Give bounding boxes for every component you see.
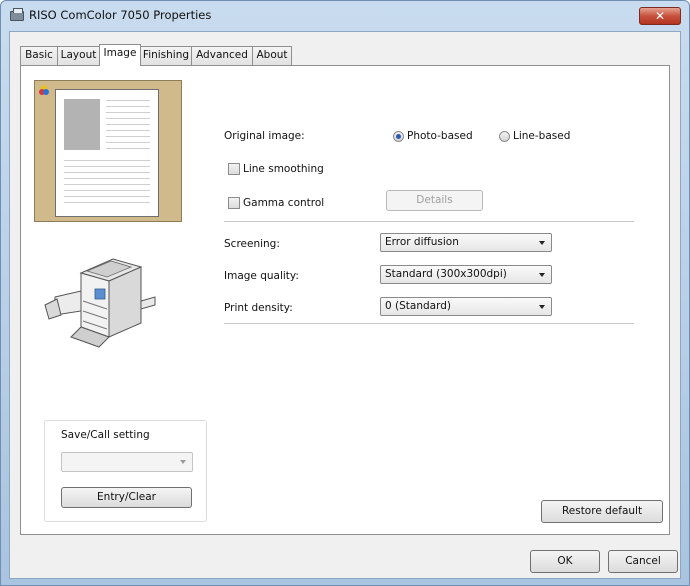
screening-label: Screening: [224, 238, 280, 250]
save-call-dropdown[interactable] [61, 452, 193, 472]
print-density-value: 0 (Standard) [385, 300, 451, 312]
chevron-down-icon [539, 273, 545, 277]
image-quality-value: Standard (300x300dpi) [385, 268, 507, 280]
section-divider [224, 221, 634, 223]
title-bar[interactable]: RISO ComColor 7050 Properties ✕ [1, 1, 689, 29]
image-quality-label: Image quality: [224, 270, 299, 282]
line-based-radio[interactable] [499, 131, 510, 142]
line-based-label[interactable]: Line-based [513, 130, 570, 142]
line-smoothing-checkbox[interactable] [228, 163, 240, 175]
photo-block [64, 99, 100, 150]
tab-advanced[interactable]: Advanced [191, 46, 253, 65]
ok-button[interactable]: OK [530, 550, 600, 573]
restore-default-button[interactable]: Restore default [541, 500, 663, 523]
color-dots-icon [39, 85, 49, 95]
line-smoothing-label[interactable]: Line smoothing [243, 163, 324, 175]
image-tab-panel: Original image: Photo-based Line-based L… [20, 65, 670, 535]
page-preview [34, 80, 182, 222]
chevron-down-icon [539, 241, 545, 245]
gamma-control-checkbox[interactable] [228, 197, 240, 209]
screening-value: Error diffusion [385, 236, 459, 248]
cancel-button[interactable]: Cancel [608, 550, 678, 573]
photo-based-radio[interactable] [393, 131, 404, 142]
tab-finishing[interactable]: Finishing [140, 46, 192, 65]
properties-window: RISO ComColor 7050 Properties ✕ Basic La… [0, 0, 690, 586]
print-density-label: Print density: [224, 302, 293, 314]
photo-based-label[interactable]: Photo-based [407, 130, 473, 142]
tab-basic[interactable]: Basic [20, 46, 58, 65]
page-thumbnail [55, 89, 159, 217]
entry-clear-button[interactable]: Entry/Clear [61, 487, 192, 508]
close-button[interactable]: ✕ [639, 7, 681, 25]
details-button[interactable]: Details [386, 190, 483, 211]
dialog-client: Basic Layout Image Finishing Advanced Ab… [9, 31, 681, 579]
section-divider [224, 323, 634, 325]
original-image-label: Original image: [224, 130, 305, 142]
save-call-label: Save/Call setting [61, 429, 150, 441]
window-title: RISO ComColor 7050 Properties [29, 8, 212, 22]
printer-illustration [44, 258, 156, 348]
tab-about[interactable]: About [252, 46, 292, 65]
save-call-group: Save/Call setting Entry/Clear [44, 420, 207, 522]
printer-icon [10, 8, 24, 21]
screening-dropdown[interactable]: Error diffusion [380, 233, 552, 252]
image-quality-dropdown[interactable]: Standard (300x300dpi) [380, 265, 552, 284]
chevron-down-icon [180, 460, 186, 464]
tab-image[interactable]: Image [99, 44, 141, 66]
gamma-control-label[interactable]: Gamma control [243, 197, 324, 209]
print-density-dropdown[interactable]: 0 (Standard) [380, 297, 552, 316]
chevron-down-icon [539, 305, 545, 309]
tab-layout[interactable]: Layout [57, 46, 100, 65]
